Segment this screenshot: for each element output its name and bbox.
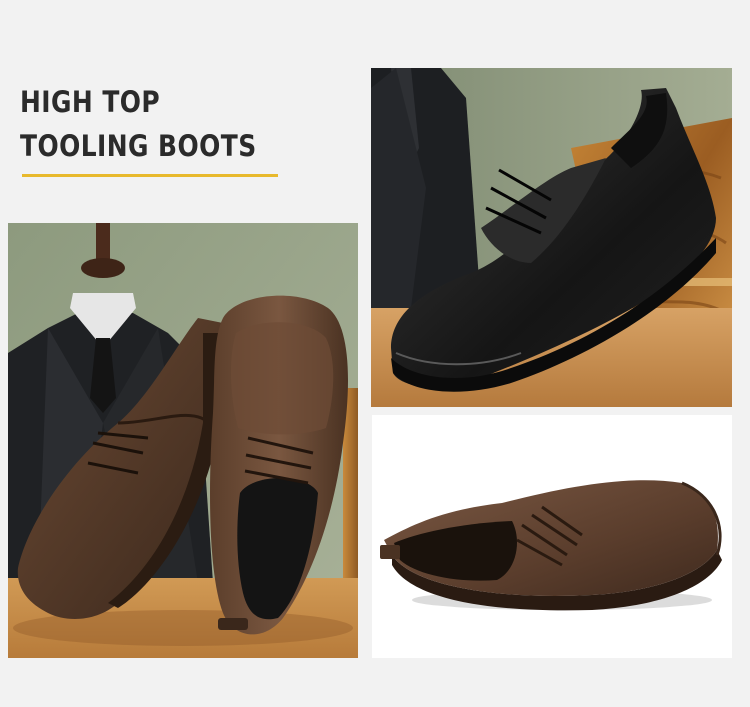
headline-line-1: HIGH TOP bbox=[20, 85, 161, 119]
headline-underline bbox=[22, 174, 278, 177]
bottom-right-photo-illustration bbox=[372, 415, 732, 658]
top-right-product-photo bbox=[371, 68, 732, 407]
left-photo-illustration bbox=[8, 223, 358, 658]
headline-line-2: TOOLING BOOTS bbox=[20, 129, 257, 163]
top-right-photo-illustration bbox=[371, 68, 732, 407]
bottom-right-product-photo bbox=[372, 415, 732, 658]
headline: HIGH TOP TOOLING BOOTS bbox=[20, 80, 257, 168]
left-product-photo bbox=[8, 223, 358, 658]
